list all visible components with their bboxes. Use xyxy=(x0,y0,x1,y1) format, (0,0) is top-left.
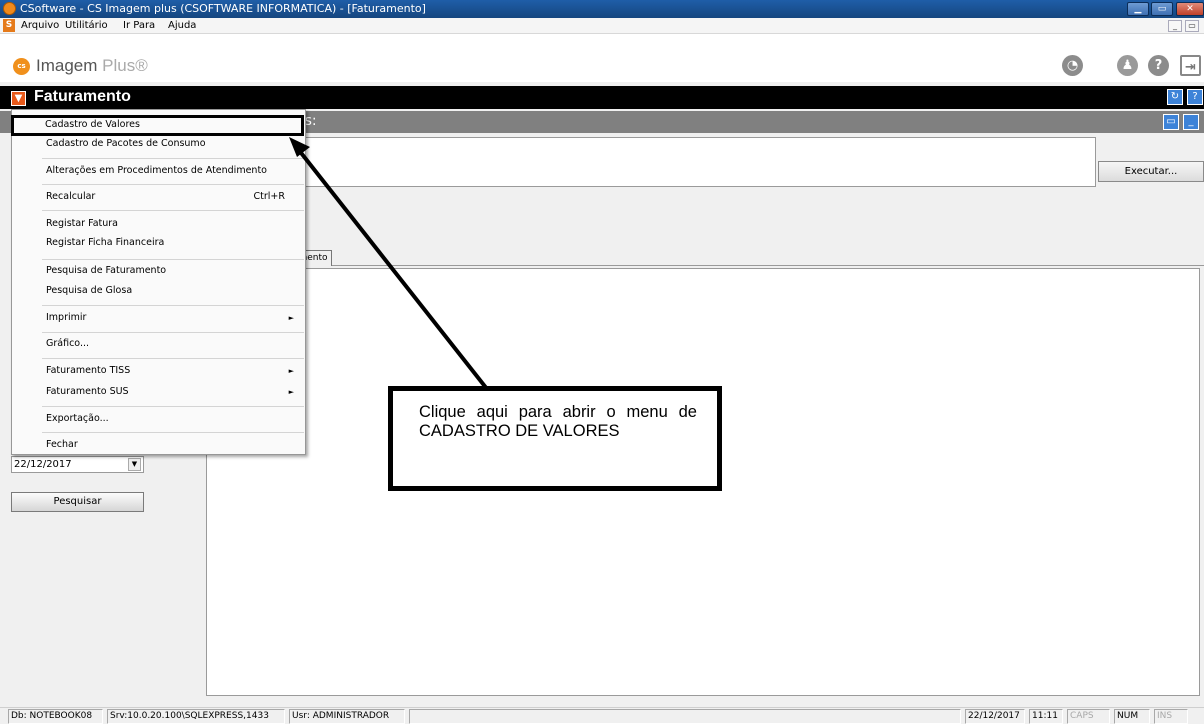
annotation-arrow-head xyxy=(289,137,310,157)
status-caps: CAPS xyxy=(1067,709,1110,724)
annotation-arrow-line xyxy=(296,147,489,391)
status-num: NUM xyxy=(1114,709,1150,724)
status-db: Db: NOTEBOOK08 xyxy=(8,709,103,724)
status-time: 11:11 xyxy=(1029,709,1063,724)
instruction-callout: Clique aqui para abrir o menu de CADASTR… xyxy=(388,386,722,491)
annotation-arrow xyxy=(289,137,489,391)
status-user: Usr: ADMINISTRADOR xyxy=(289,709,405,724)
status-date: 22/12/2017 xyxy=(965,709,1025,724)
status-ins: INS xyxy=(1154,709,1188,724)
status-empty xyxy=(409,709,961,724)
status-server: Srv:10.0.20.100\SQLEXPRESS,1433 xyxy=(107,709,285,724)
